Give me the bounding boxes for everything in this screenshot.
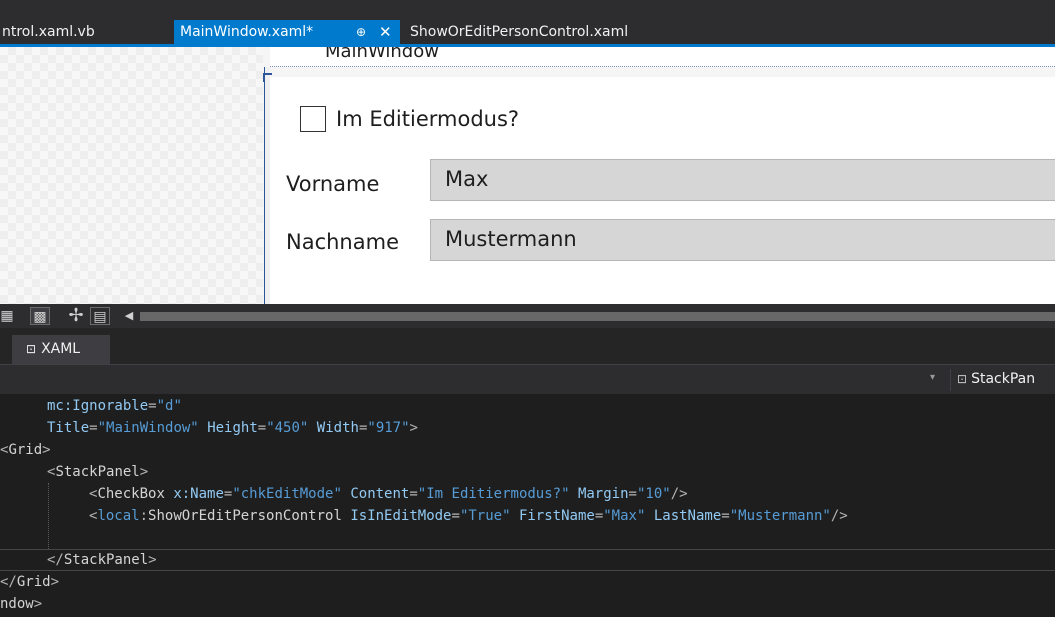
window-title: MainWindow [325, 47, 439, 62]
checkbox-label: Im Editiermodus? [336, 107, 520, 131]
tab-mainwindow-xaml[interactable]: MainWindow.xaml* ⊕ ✕ [174, 20, 400, 44]
last-name-textbox[interactable]: Mustermann [430, 219, 1055, 261]
tab-showoreditpersoncontrol-xaml[interactable]: ShowOrEditPersonControl.xaml [400, 20, 700, 44]
horizontal-scrollbar[interactable] [140, 312, 1055, 321]
tab-label: ntrol.xaml.vb [2, 24, 95, 40]
designer-background [0, 47, 263, 304]
document-icon[interactable]: ▤ [90, 307, 110, 325]
element-scope-label: StackPan [971, 371, 1036, 387]
first-name-textbox[interactable]: Max [430, 159, 1055, 201]
current-line-highlight [0, 549, 1055, 571]
xaml-icon: ⊡ [26, 342, 37, 356]
tab-xaml[interactable]: ⊡ XAML [12, 335, 110, 364]
tab-xaml-label: XAML [41, 341, 81, 357]
view-tab-row: ⊡ XAML [0, 328, 1055, 364]
close-icon[interactable]: ✕ [379, 20, 392, 44]
snap-icon[interactable]: ✢ [66, 307, 86, 325]
navigation-bar: ▾ ⊡ StackPan [0, 364, 1055, 394]
code-line: Title="MainWindow" Height="450" Width="9… [47, 420, 418, 436]
element-scope-selector[interactable]: ⊡ StackPan [957, 365, 1035, 394]
element-icon: ⊡ [957, 372, 968, 386]
last-name-label: Nachname [286, 230, 399, 254]
xaml-designer-surface[interactable]: MainWindow Im Editiermodus? Vorname Max … [0, 47, 1055, 304]
checkbox-box[interactable] [300, 106, 326, 132]
tab-label: ShowOrEditPersonControl.xaml [410, 24, 629, 40]
code-line: <StackPanel> [47, 464, 149, 480]
window-content: Im Editiermodus? Vorname Max Nachname Mu… [270, 77, 1055, 304]
tab-label: MainWindow.xaml* [180, 24, 314, 40]
designer-toolbar: ▦ ▩ ✢ ▤ ◀ [0, 304, 1055, 328]
document-tab-strip: ntrol.xaml.vb MainWindow.xaml* ⊕ ✕ ShowO… [0, 0, 1055, 44]
code-line: <CheckBox x:Name="chkEditMode" Content="… [89, 486, 688, 502]
code-line: <local:ShowOrEditPersonControl IsInEditM… [89, 508, 848, 524]
grid-icon[interactable]: ▦ [0, 307, 14, 325]
first-name-label: Vorname [286, 172, 380, 196]
divider [950, 369, 951, 391]
code-line: </Grid> [0, 574, 60, 590]
xaml-code-editor[interactable]: mc:Ignorable="d" Title="MainWindow" Heig… [0, 395, 1055, 617]
pin-icon[interactable]: ⊕ [356, 20, 366, 44]
scroll-left-icon[interactable]: ◀ [122, 307, 136, 325]
code-line: <Grid> [0, 442, 51, 458]
tab-control-xaml-vb[interactable]: ntrol.xaml.vb [0, 20, 174, 44]
chevron-down-icon[interactable]: ▾ [930, 372, 935, 383]
code-line: mc:Ignorable="d" [47, 398, 182, 414]
code-line: </StackPanel> [47, 552, 157, 568]
indent-guide [48, 483, 49, 549]
window-titlebar: MainWindow [270, 47, 1055, 67]
code-line: ndow> [0, 596, 43, 612]
checkerboard-icon[interactable]: ▩ [30, 307, 50, 325]
